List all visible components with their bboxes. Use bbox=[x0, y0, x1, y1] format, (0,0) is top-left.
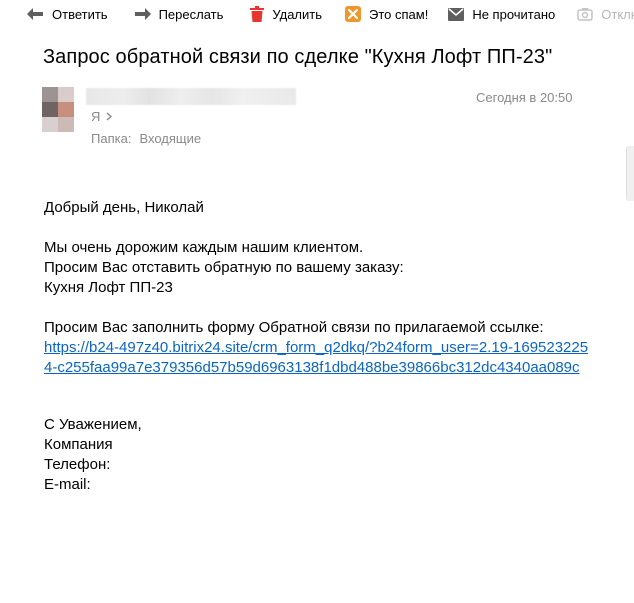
phone: Телефон: bbox=[44, 456, 111, 473]
spam-label: Это спам! bbox=[369, 6, 429, 22]
greeting: Добрый день, Николай bbox=[44, 199, 204, 216]
message-toolbar: Ответить Переслать Удалить Это спам! Не … bbox=[0, 0, 634, 28]
message-subject: Запрос обратной связи по сделке "Кухня Л… bbox=[43, 46, 553, 68]
disable-button[interactable]: Отклю bbox=[577, 0, 634, 28]
message-body: Добрый день, Николай Мы очень дорожим ка… bbox=[44, 198, 594, 495]
trash-icon bbox=[250, 6, 265, 22]
reply-arrow-icon bbox=[27, 8, 44, 20]
disable-label: Отклю bbox=[601, 6, 634, 22]
unread-label: Не прочитано bbox=[472, 6, 556, 22]
spam-button[interactable]: Это спам! bbox=[345, 0, 428, 28]
body-line-1: Мы очень дорожим каждым нашим клиентом. bbox=[44, 239, 364, 256]
folder-label: Папка: bbox=[91, 131, 132, 146]
mark-unread-button[interactable]: Не прочитано bbox=[448, 0, 555, 28]
message-date: Сегодня в 20:50 bbox=[476, 90, 573, 105]
envelope-icon bbox=[448, 7, 465, 21]
sender-name-blurred[interactable] bbox=[86, 88, 296, 105]
recipient[interactable]: Я bbox=[91, 109, 113, 124]
closing: С Уважением, bbox=[44, 416, 142, 433]
folder-value[interactable]: Входящие bbox=[139, 131, 201, 146]
feedback-form-link[interactable]: https://b24-497z40.bitrix24.site/crm_for… bbox=[44, 338, 589, 378]
folder-info: Папка: Входящие bbox=[91, 131, 201, 146]
reply-label: Ответить bbox=[52, 6, 108, 22]
chevron-right-icon bbox=[106, 112, 113, 121]
body-line-3: Кухня Лофт ПП-23 bbox=[44, 279, 173, 296]
disable-icon bbox=[577, 7, 594, 21]
body-line-4: Просим Вас заполнить форму Обратной связ… bbox=[44, 319, 544, 336]
recipient-label: Я bbox=[91, 109, 101, 124]
forward-label: Переслать bbox=[158, 6, 224, 22]
delete-button[interactable]: Удалить bbox=[250, 0, 322, 28]
email: E-mail: bbox=[44, 476, 91, 493]
forward-button[interactable]: Переслать bbox=[134, 0, 224, 28]
spam-icon bbox=[345, 6, 362, 22]
body-line-2: Просим Вас отставить обратную по вашему … bbox=[44, 259, 404, 276]
company: Компания bbox=[44, 436, 113, 453]
reply-button[interactable]: Ответить bbox=[27, 0, 108, 28]
delete-label: Удалить bbox=[272, 6, 323, 22]
scrollbar[interactable] bbox=[626, 146, 634, 201]
avatar bbox=[42, 87, 74, 132]
forward-arrow-icon bbox=[134, 8, 151, 20]
